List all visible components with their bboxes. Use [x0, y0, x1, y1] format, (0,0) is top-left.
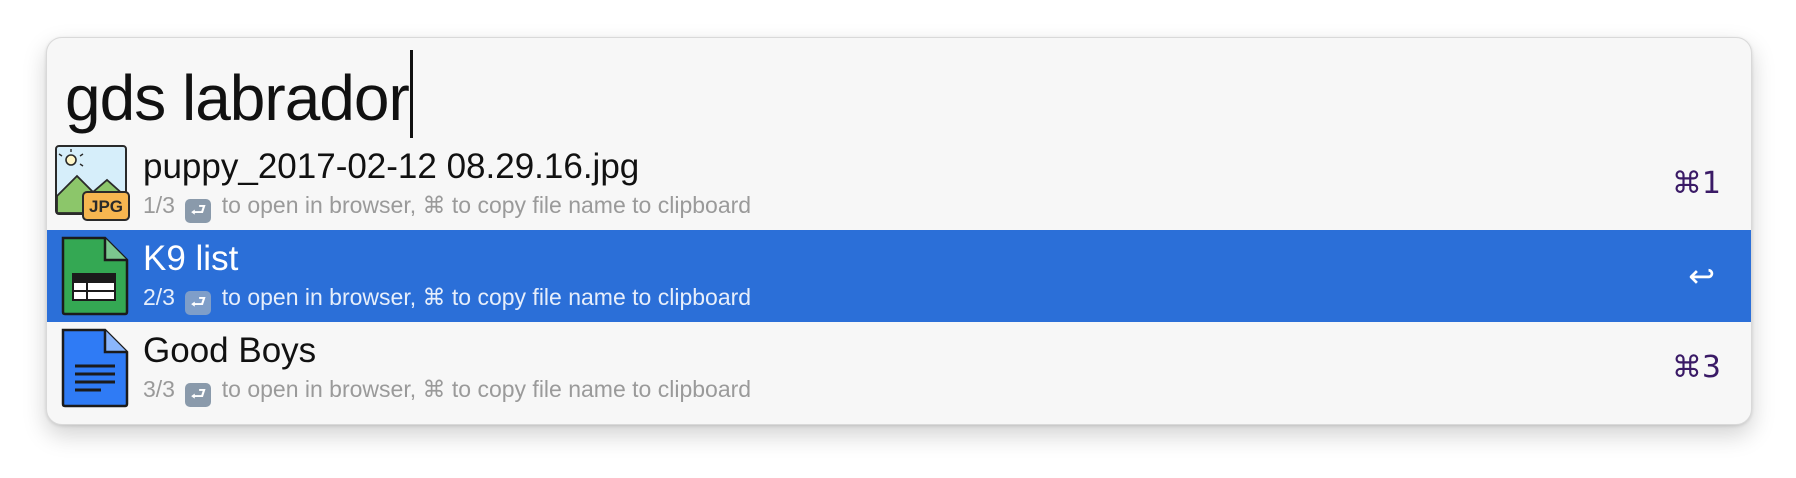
command-key-icon: ⌘	[422, 376, 446, 402]
hint-open-text: to open in browser,	[221, 284, 417, 310]
spreadsheet-file-icon	[55, 236, 131, 316]
text-cursor	[409, 50, 413, 138]
hint-open-text: to open in browser,	[221, 192, 417, 218]
result-title: Good Boys	[143, 331, 317, 370]
return-shortcut-icon: ↩	[1688, 257, 1715, 295]
result-position: 1/3	[143, 192, 175, 218]
command-key-icon: ⌘	[422, 192, 446, 218]
result-item-k9-list[interactable]: K9 list 2/3 ⮐ to open in browser, ⌘ to c…	[47, 230, 1751, 322]
return-key-icon: ⮐	[185, 199, 212, 223]
result-title: puppy_2017-02-12 08.29.16.jpg	[143, 147, 640, 186]
search-input[interactable]: gds labrador	[65, 50, 413, 138]
search-query-text: gds labrador	[65, 62, 410, 134]
result-position: 2/3	[143, 284, 175, 310]
search-bar[interactable]: gds labrador	[47, 38, 1751, 138]
hint-copy-text: to copy file name to clipboard	[451, 192, 752, 218]
keyboard-shortcut: ⌘3	[1671, 350, 1721, 385]
result-title: K9 list	[143, 239, 239, 278]
document-file-icon	[55, 328, 131, 408]
hint-open-text: to open in browser,	[221, 376, 417, 402]
results-list: JPG puppy_2017-02-12 08.29.16.jpg 1/3 ⮐ …	[47, 138, 1751, 414]
return-key-icon: ⮐	[185, 383, 212, 407]
return-key-icon: ⮐	[185, 291, 212, 315]
keyboard-shortcut: ⌘1	[1671, 166, 1721, 201]
result-subtitle: 2/3 ⮐ to open in browser, ⌘ to copy file…	[143, 282, 751, 315]
result-item-puppy-jpg[interactable]: JPG puppy_2017-02-12 08.29.16.jpg 1/3 ⮐ …	[47, 138, 1751, 230]
jpg-image-file-icon: JPG	[55, 144, 131, 224]
command-key-icon: ⌘	[422, 284, 446, 310]
hint-copy-text: to copy file name to clipboard	[451, 376, 752, 402]
result-subtitle: 3/3 ⮐ to open in browser, ⌘ to copy file…	[143, 374, 751, 407]
launcher-window: gds labrador JPG puppy_2017-02-12 08.29.…	[46, 37, 1752, 425]
result-position: 3/3	[143, 376, 175, 402]
result-subtitle: 1/3 ⮐ to open in browser, ⌘ to copy file…	[143, 190, 751, 223]
hint-copy-text: to copy file name to clipboard	[451, 284, 752, 310]
jpg-badge-label: JPG	[89, 197, 123, 216]
result-item-good-boys[interactable]: Good Boys 3/3 ⮐ to open in browser, ⌘ to…	[47, 322, 1751, 414]
